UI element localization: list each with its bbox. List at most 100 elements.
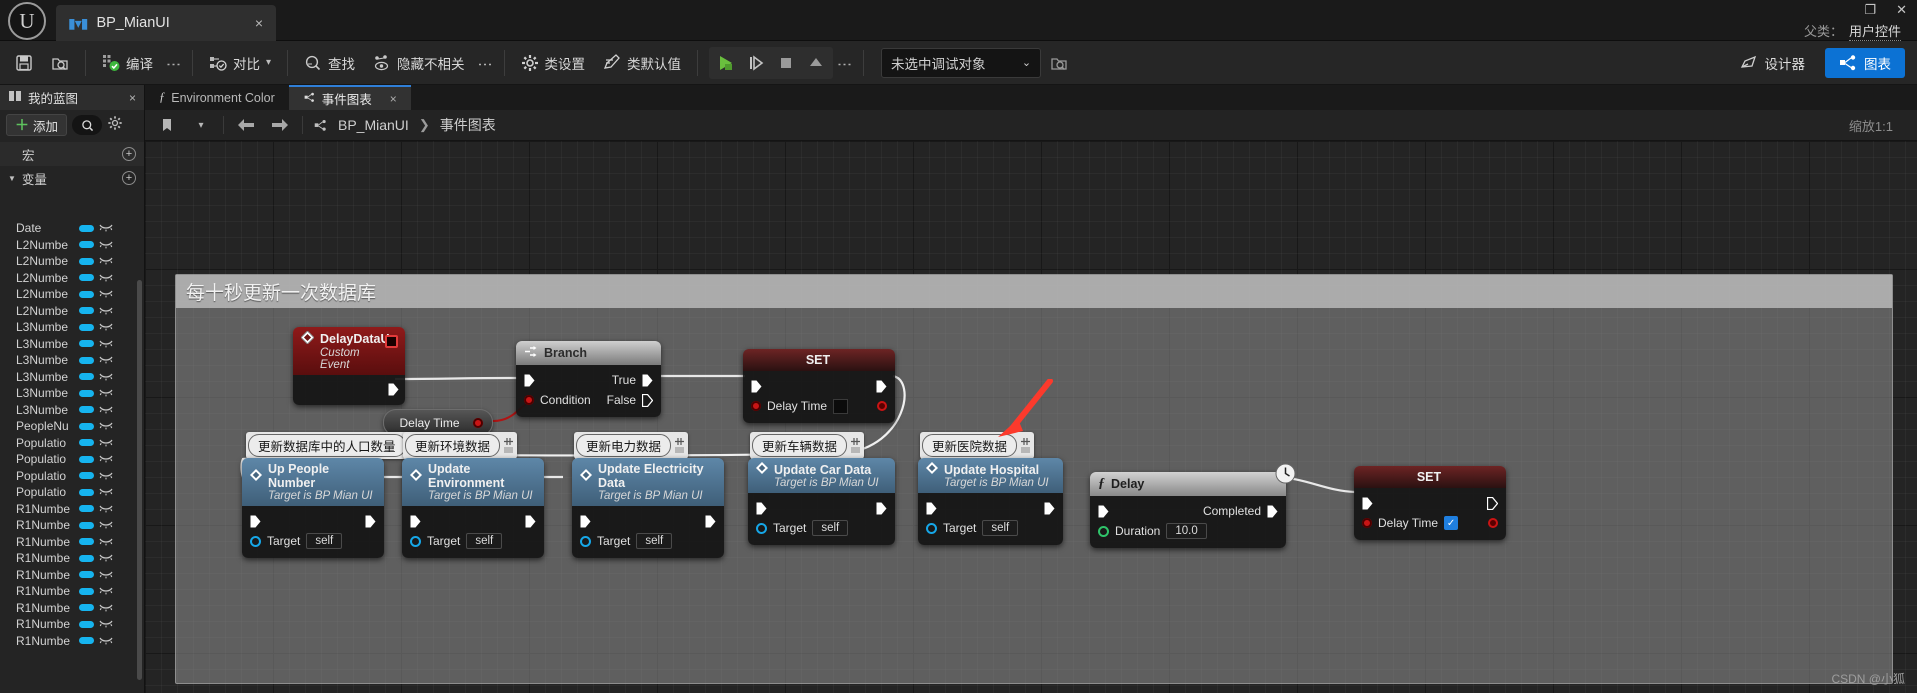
set-delay-time-node-2[interactable]: SET Delay Time ✓ xyxy=(1354,466,1506,540)
variable-type-pill-icon[interactable] xyxy=(79,505,94,513)
eye-closed-icon[interactable] xyxy=(99,403,113,417)
eye-closed-icon[interactable] xyxy=(99,238,113,252)
exec-output-pin-false[interactable] xyxy=(641,393,654,407)
variable-type-pill-icon[interactable] xyxy=(79,472,94,480)
variable-type-pill-icon[interactable] xyxy=(79,224,94,232)
bubble-pin-icons[interactable] xyxy=(851,438,861,453)
eject-button[interactable] xyxy=(802,49,830,77)
bubble-up-people-number[interactable]: 更新数据库中的人口数量 xyxy=(246,432,423,465)
update-environment-node[interactable]: Update Environment Target is BP Mian UI … xyxy=(402,458,544,558)
exec-input-pin[interactable] xyxy=(580,515,591,528)
variable-type-pill-icon[interactable] xyxy=(79,521,94,529)
add-macro-icon[interactable]: + xyxy=(122,147,136,161)
variable-row[interactable]: L3Numbe xyxy=(0,402,144,419)
variable-row[interactable]: Populatio xyxy=(0,435,144,452)
eye-closed-icon[interactable] xyxy=(99,518,113,532)
condition-input-pin[interactable] xyxy=(524,395,534,405)
diff-button[interactable]: 对比 ▾ xyxy=(200,47,280,79)
delay-time-checkbox[interactable]: ✓ xyxy=(1444,516,1459,530)
eye-closed-icon[interactable] xyxy=(99,337,113,351)
document-tab[interactable]: ▮▾▮ BP_MianUI × xyxy=(56,5,276,41)
bubble-update-car-data[interactable]: 更新车辆数据 xyxy=(750,432,865,465)
add-variable-icon[interactable]: + xyxy=(122,171,136,185)
variable-row[interactable]: L2Numbe xyxy=(0,237,144,254)
eye-closed-icon[interactable] xyxy=(99,254,113,268)
variable-type-pill-icon[interactable] xyxy=(79,554,94,562)
exec-output-pin[interactable] xyxy=(1486,496,1499,510)
eye-closed-icon[interactable] xyxy=(99,386,113,400)
variable-type-pill-icon[interactable] xyxy=(79,439,94,447)
exec-input-pin[interactable] xyxy=(756,502,767,515)
variable-type-pill-icon[interactable] xyxy=(79,373,94,381)
update-hospital-node[interactable]: Update Hospital Target is BP Mian UI Tar… xyxy=(918,458,1063,545)
variable-row[interactable]: L3Numbe xyxy=(0,369,144,386)
variable-type-pill-icon[interactable] xyxy=(79,604,94,612)
exec-input-pin[interactable] xyxy=(250,515,261,528)
section-variables[interactable]: ▼ 变量 + xyxy=(0,166,144,190)
exec-output-pin-true[interactable] xyxy=(642,374,653,387)
eye-closed-icon[interactable] xyxy=(99,502,113,516)
variable-type-pill-icon[interactable] xyxy=(79,422,94,430)
tab-environment-color[interactable]: ƒ Environment Color xyxy=(145,85,289,110)
target-value[interactable]: self xyxy=(636,533,673,549)
exec-output-pin[interactable] xyxy=(525,515,536,528)
variable-row[interactable]: L3Numbe xyxy=(0,319,144,336)
variable-type-pill-icon[interactable] xyxy=(79,455,94,463)
class-defaults-button[interactable]: 类默认值 xyxy=(594,47,690,79)
eye-closed-icon[interactable] xyxy=(99,551,113,565)
bookmark-dropdown[interactable]: ▾ xyxy=(189,114,213,136)
variable-type-pill-icon[interactable] xyxy=(79,488,94,496)
browse-content-button[interactable] xyxy=(42,47,78,79)
variable-list[interactable]: Date L2Numbe L2Numbe L2Numbe L2Numbe L2Numbe L… xyxy=(0,220,144,693)
exec-input-pin[interactable] xyxy=(926,502,937,515)
close-icon[interactable]: ✕ xyxy=(1896,2,1907,18)
exec-input-pin[interactable] xyxy=(751,380,762,393)
exec-output-pin-completed[interactable] xyxy=(1267,505,1278,518)
variable-row[interactable]: PeopleNu xyxy=(0,418,144,435)
eye-closed-icon[interactable] xyxy=(99,601,113,615)
designer-mode-button[interactable]: 设计器 xyxy=(1726,48,1820,78)
close-icon[interactable]: × xyxy=(129,91,136,105)
forward-button[interactable] xyxy=(268,114,292,136)
debug-object-select[interactable]: 未选中调试对象 ⌄ xyxy=(881,47,1042,78)
update-car-data-node[interactable]: Update Car Data Target is BP Mian UI Tar… xyxy=(748,458,895,545)
variable-type-pill-icon[interactable] xyxy=(79,538,94,546)
variable-row[interactable]: R1Numbe xyxy=(0,567,144,584)
eye-closed-icon[interactable] xyxy=(99,568,113,582)
bubble-update-environment[interactable]: 更新环境数据 xyxy=(403,432,518,465)
delay-time-output-pin[interactable] xyxy=(1488,518,1498,528)
variable-type-pill-icon[interactable] xyxy=(79,406,94,414)
step-button[interactable] xyxy=(742,49,770,77)
my-blueprint-tab[interactable]: 我的蓝图 × xyxy=(0,85,144,110)
blueprint-canvas[interactable]: 每十秒更新一次数据库 DelayDataUp Custom Event Dela… xyxy=(145,141,1917,693)
variable-row[interactable]: R1Numbe xyxy=(0,550,144,567)
variable-row[interactable]: L2Numbe xyxy=(0,270,144,287)
target-value[interactable]: self xyxy=(982,520,1019,536)
variable-row[interactable]: L3Numbe xyxy=(0,336,144,353)
bubble-pin-icons[interactable] xyxy=(504,438,514,453)
document-tab-close-icon[interactable]: × xyxy=(252,15,266,31)
target-input-pin[interactable] xyxy=(580,535,591,547)
bubble-pin-icons[interactable] xyxy=(1021,438,1031,453)
play-button[interactable] xyxy=(712,49,740,77)
variable-type-pill-icon[interactable] xyxy=(79,571,94,579)
tab-event-graph[interactable]: 事件图表 × xyxy=(288,85,411,110)
variable-list-scrollbar[interactable] xyxy=(137,280,142,680)
eye-closed-icon[interactable] xyxy=(99,370,113,384)
variable-row[interactable]: L2Numbe xyxy=(0,286,144,303)
graph-mode-button[interactable]: 图表 xyxy=(1825,47,1905,78)
add-button[interactable]: ＋ 添加 xyxy=(6,114,68,136)
section-macros[interactable]: 宏 + xyxy=(0,142,144,166)
target-value[interactable]: self xyxy=(466,533,503,549)
debug-browse-button[interactable] xyxy=(1041,47,1077,79)
eye-closed-icon[interactable] xyxy=(99,485,113,499)
exec-output-pin[interactable] xyxy=(1044,502,1055,515)
variable-type-pill-icon[interactable] xyxy=(79,290,94,298)
variable-row[interactable]: L2Numbe xyxy=(0,303,144,320)
close-icon[interactable]: × xyxy=(390,92,397,106)
eye-closed-icon[interactable] xyxy=(99,304,113,318)
bookmark-button[interactable] xyxy=(155,114,179,136)
play-options-icon[interactable]: ⋮ xyxy=(833,57,856,69)
eye-closed-icon[interactable] xyxy=(99,287,113,301)
update-electricity-data-node[interactable]: Update Electricity Data Target is BP Mia… xyxy=(572,458,724,558)
